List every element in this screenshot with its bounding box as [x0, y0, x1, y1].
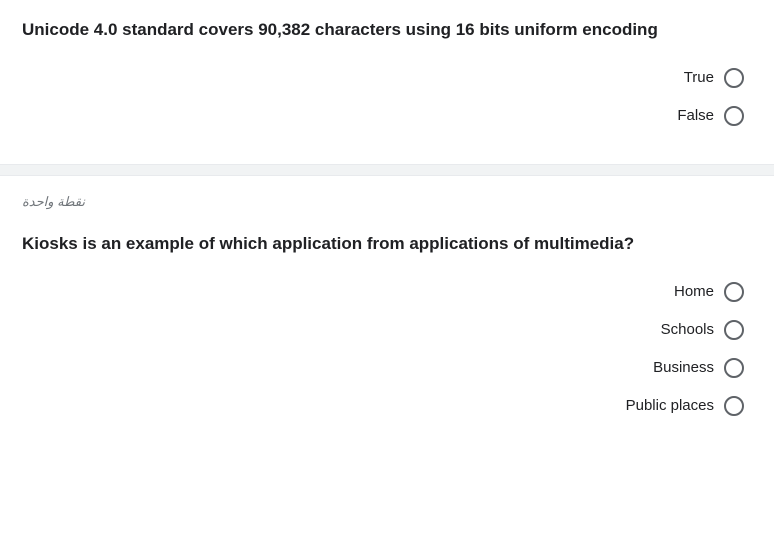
radio-icon[interactable]: [724, 106, 744, 126]
option-label: False: [677, 107, 714, 124]
option-label: Business: [653, 359, 714, 376]
option-label: Public places: [626, 397, 714, 414]
question-2-text: Kiosks is an example of which applicatio…: [22, 232, 752, 256]
option-true[interactable]: True: [684, 68, 744, 88]
radio-icon[interactable]: [724, 68, 744, 88]
section-divider: [0, 164, 774, 176]
radio-icon[interactable]: [724, 320, 744, 340]
question-1-options: True False: [22, 68, 752, 126]
option-public-places[interactable]: Public places: [626, 396, 744, 416]
question-1-text: Unicode 4.0 standard covers 90,382 chara…: [22, 18, 752, 42]
option-home[interactable]: Home: [674, 282, 744, 302]
option-label: Schools: [661, 321, 714, 338]
question-2-options: Home Schools Business Public places: [22, 282, 752, 416]
option-business[interactable]: Business: [653, 358, 744, 378]
question-2: Kiosks is an example of which applicatio…: [0, 214, 774, 434]
option-label: True: [684, 69, 714, 86]
option-schools[interactable]: Schools: [661, 320, 744, 340]
radio-icon[interactable]: [724, 396, 744, 416]
option-false[interactable]: False: [677, 106, 744, 126]
points-label: نقطة واحدة: [0, 176, 774, 214]
option-label: Home: [674, 283, 714, 300]
radio-icon[interactable]: [724, 358, 744, 378]
question-1: Unicode 4.0 standard covers 90,382 chara…: [0, 0, 774, 144]
radio-icon[interactable]: [724, 282, 744, 302]
